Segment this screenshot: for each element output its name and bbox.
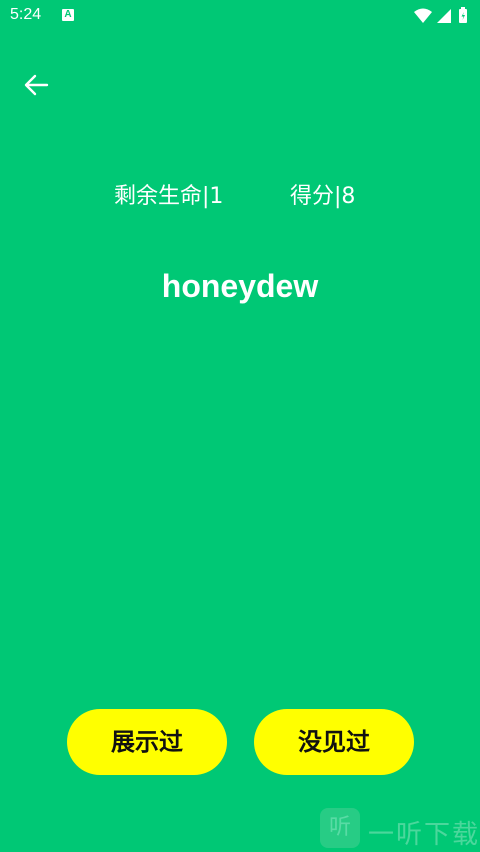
status-icons	[412, 6, 472, 26]
current-word: honeydew	[161, 268, 319, 304]
cell-signal-icon	[437, 9, 451, 23]
watermark-text: 一听下载	[368, 820, 480, 850]
notification-app-icon: A	[62, 9, 74, 21]
shown-before-button[interactable]: 展示过	[67, 709, 227, 775]
wifi-icon	[414, 8, 432, 23]
watermark-logo-text: 听	[328, 815, 351, 840]
arrow-left-icon	[24, 74, 49, 96]
game-stats: 剩余生命|1 得分|8	[0, 178, 480, 210]
battery-icon	[459, 7, 467, 23]
not-seen-button[interactable]: 没见过	[254, 709, 414, 775]
notification-app-icon-letter: A	[64, 9, 72, 20]
score: 得分|8	[290, 184, 356, 209]
lives-remaining: 剩余生命|1	[114, 184, 224, 209]
status-time: 5:24	[10, 6, 42, 23]
back-button[interactable]	[20, 70, 56, 102]
status-bar: 5:24 A	[0, 0, 480, 32]
watermark: 听 一听下载	[320, 806, 480, 852]
watermark-logo-icon: 听	[320, 808, 360, 848]
